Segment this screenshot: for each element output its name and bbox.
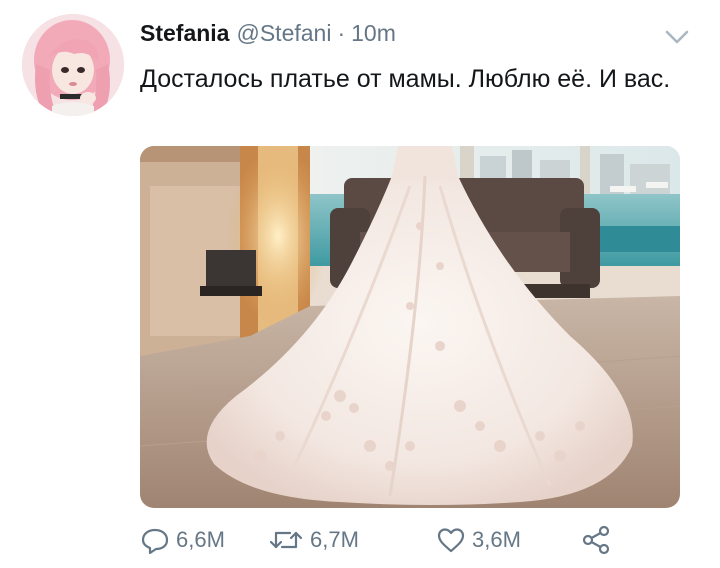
reply-count: 6,6M	[176, 527, 225, 552]
tweet-header: Stefania @Stefani · 10m	[140, 20, 396, 52]
reply-button[interactable]: 6,6M	[140, 520, 225, 560]
like-count: 3,6M	[472, 527, 521, 552]
retweet-icon	[268, 525, 304, 555]
retweet-count: 6,7M	[310, 527, 359, 552]
tweet-actions: 6,6M 6,7M 3,6M	[140, 520, 680, 560]
like-button[interactable]: 3,6M	[436, 520, 521, 560]
user-handle[interactable]: @Stefani	[236, 20, 331, 47]
profile-avatar-image	[22, 14, 124, 116]
share-icon	[580, 524, 612, 556]
avatar[interactable]	[22, 14, 124, 116]
share-button[interactable]	[580, 520, 612, 560]
tweet-text: Досталось платье от мамы. Люблю её. И ва…	[140, 65, 671, 93]
tweet-media[interactable]	[140, 146, 680, 508]
wedding-dress-photo	[140, 146, 680, 508]
timestamp[interactable]: 10m	[351, 20, 396, 47]
heart-icon	[436, 525, 466, 555]
chevron-down-icon[interactable]	[664, 26, 690, 48]
tweet: Stefania @Stefani · 10m Досталось платье…	[0, 0, 720, 568]
reply-icon	[140, 525, 170, 555]
separator-dot: ·	[337, 20, 346, 46]
display-name[interactable]: Stefania	[140, 20, 229, 47]
retweet-button[interactable]: 6,7M	[268, 520, 359, 560]
